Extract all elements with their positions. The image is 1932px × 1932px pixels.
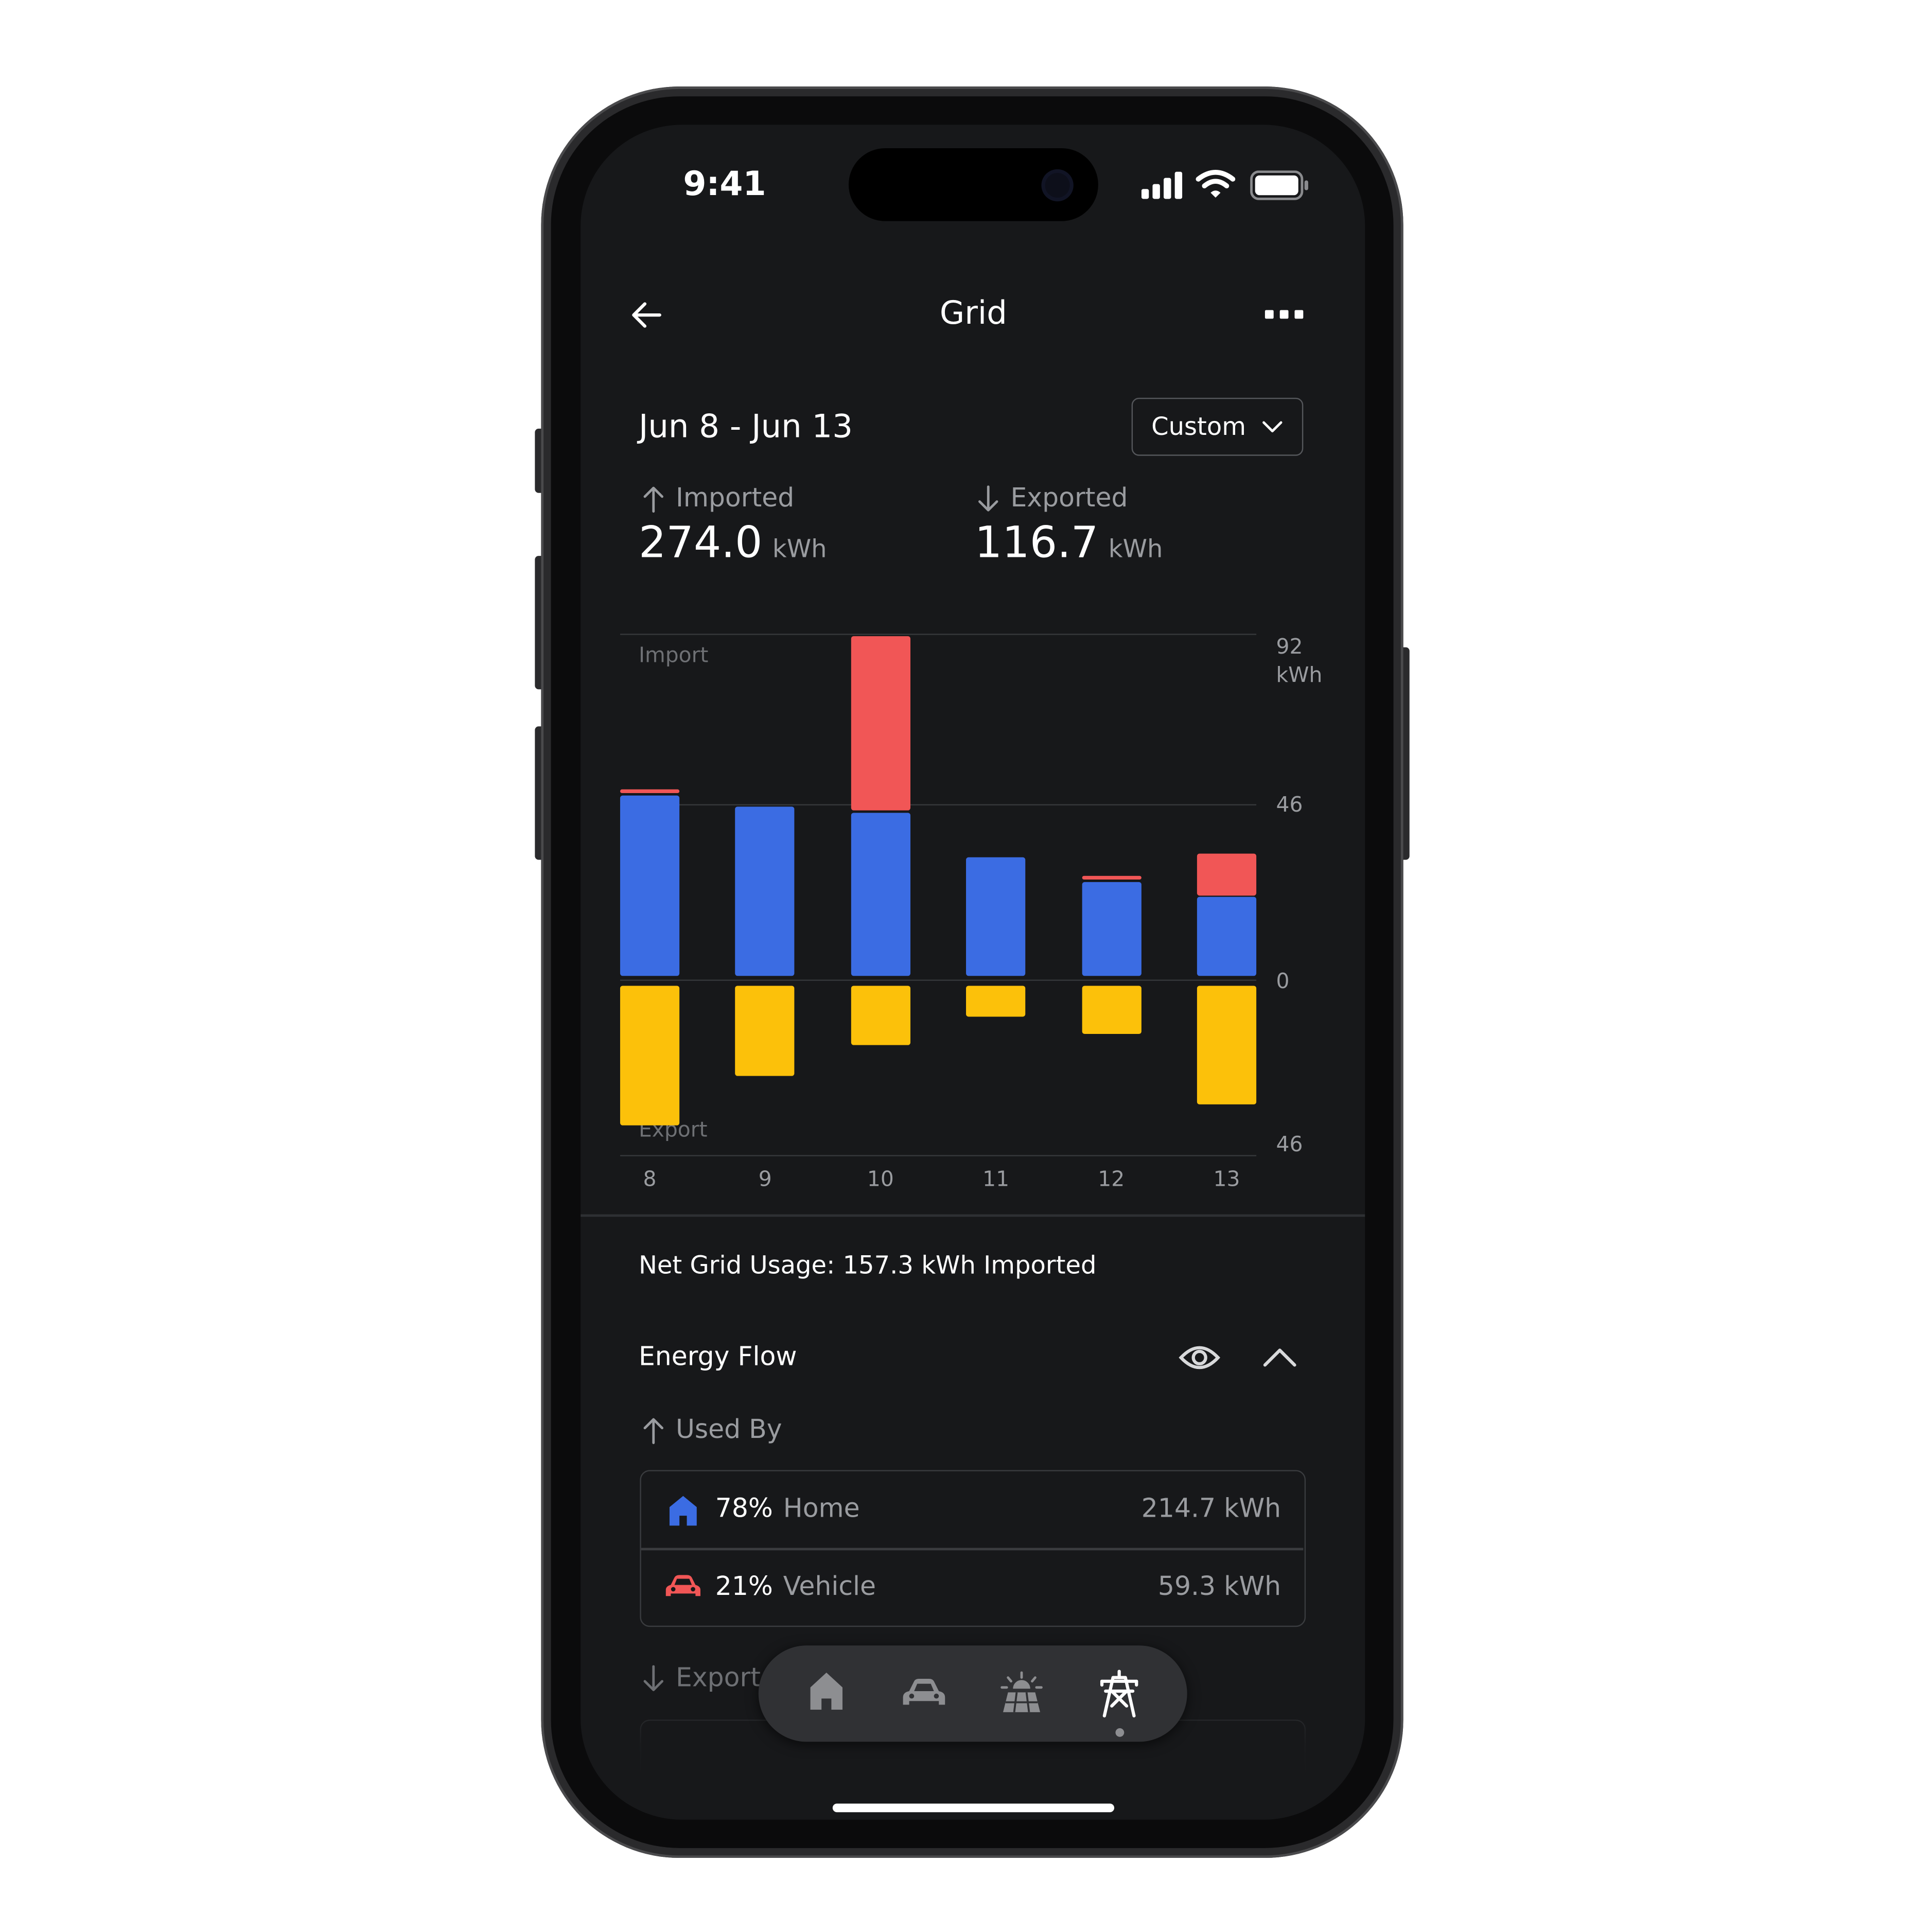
mockup-stage: 9:41 Grid Jun 8 - Jun 13 Custom Imported… [0, 0, 1932, 1932]
home-indicator[interactable] [832, 1803, 1115, 1813]
gridline-bottom [620, 1155, 1257, 1156]
bar-home-8[interactable] [620, 795, 680, 976]
bar-vehicle-12[interactable] [1081, 875, 1141, 880]
home-name: Home [783, 1493, 860, 1523]
bar-home-10[interactable] [851, 812, 910, 976]
section-divider [581, 1214, 1365, 1217]
x-tick-label: 9 [758, 1167, 772, 1192]
import-axis-label: Import [638, 643, 709, 669]
phone-screen: 9:41 Grid Jun 8 - Jun 13 Custom Imported… [581, 125, 1365, 1820]
vehicle-name: Vehicle [783, 1571, 876, 1601]
y-tick-export-max: 46 [1276, 1133, 1303, 1158]
used-by-card: 78% Home 214.7 kWh 21% Vehicle 59.3 kWh [640, 1470, 1306, 1627]
home-value: 214.7 kWh [1141, 1493, 1281, 1523]
car-icon [665, 1575, 700, 1596]
bar-solar-export-9[interactable] [735, 986, 795, 1076]
bar-solar-export-11[interactable] [966, 986, 1026, 1016]
bar-home-11[interactable] [966, 857, 1026, 976]
home-percent: 78% [715, 1493, 773, 1523]
bar-vehicle-8[interactable] [620, 789, 680, 794]
vehicle-percent: 21% [715, 1571, 773, 1601]
used-by-arrow-icon [643, 1418, 663, 1444]
grid-energy-chart: Import Export 92 kWh 46 0 46 8 9 10 11 12 13 [581, 125, 1365, 1235]
gridline-zero [620, 979, 1257, 981]
chevron-up-icon[interactable] [1261, 1345, 1298, 1370]
y-tick-unit: kWh [1276, 663, 1323, 688]
y-tick-mid: 46 [1276, 793, 1303, 818]
bar-solar-export-13[interactable] [1197, 986, 1257, 1104]
car-icon[interactable] [902, 1678, 946, 1710]
bar-home-12[interactable] [1081, 882, 1141, 976]
bar-vehicle-10[interactable] [851, 636, 910, 811]
bar-home-13[interactable] [1197, 897, 1257, 976]
x-tick-label: 8 [643, 1167, 657, 1192]
list-item-vehicle[interactable]: 21% Vehicle 59.3 kWh [641, 1549, 1304, 1626]
vehicle-value: 59.3 kWh [1157, 1571, 1281, 1601]
used-by-label: Used By [675, 1414, 782, 1444]
export-arrow-icon [643, 1665, 663, 1692]
bar-solar-export-8[interactable] [620, 986, 680, 1125]
home-icon[interactable] [808, 1670, 845, 1712]
x-tick-label: 11 [982, 1167, 1010, 1192]
export-section-label: Export [675, 1662, 761, 1693]
y-tick-zero: 0 [1276, 970, 1290, 995]
bar-solar-export-10[interactable] [851, 986, 910, 1045]
bar-vehicle-13[interactable] [1197, 853, 1257, 895]
bar-solar-export-12[interactable] [1081, 986, 1141, 1034]
gridline-top [620, 634, 1257, 635]
gridline-mid [620, 804, 1257, 805]
home-icon [669, 1496, 697, 1526]
x-tick-label: 10 [867, 1167, 894, 1192]
net-grid-usage: Net Grid Usage: 157.3 kWh Imported [638, 1250, 1097, 1280]
x-tick-label: 12 [1098, 1167, 1125, 1192]
list-item-home[interactable]: 78% Home 214.7 kWh [641, 1471, 1304, 1548]
solar-icon[interactable] [998, 1671, 1045, 1716]
y-tick-top: 92 [1276, 635, 1303, 660]
bar-home-9[interactable] [735, 806, 795, 976]
x-tick-label: 13 [1213, 1167, 1240, 1192]
eye-icon[interactable] [1179, 1343, 1221, 1373]
energy-flow-title: Energy Flow [638, 1341, 797, 1372]
grid-tower-icon[interactable] [1098, 1669, 1140, 1718]
active-tab-dot [1115, 1728, 1125, 1737]
